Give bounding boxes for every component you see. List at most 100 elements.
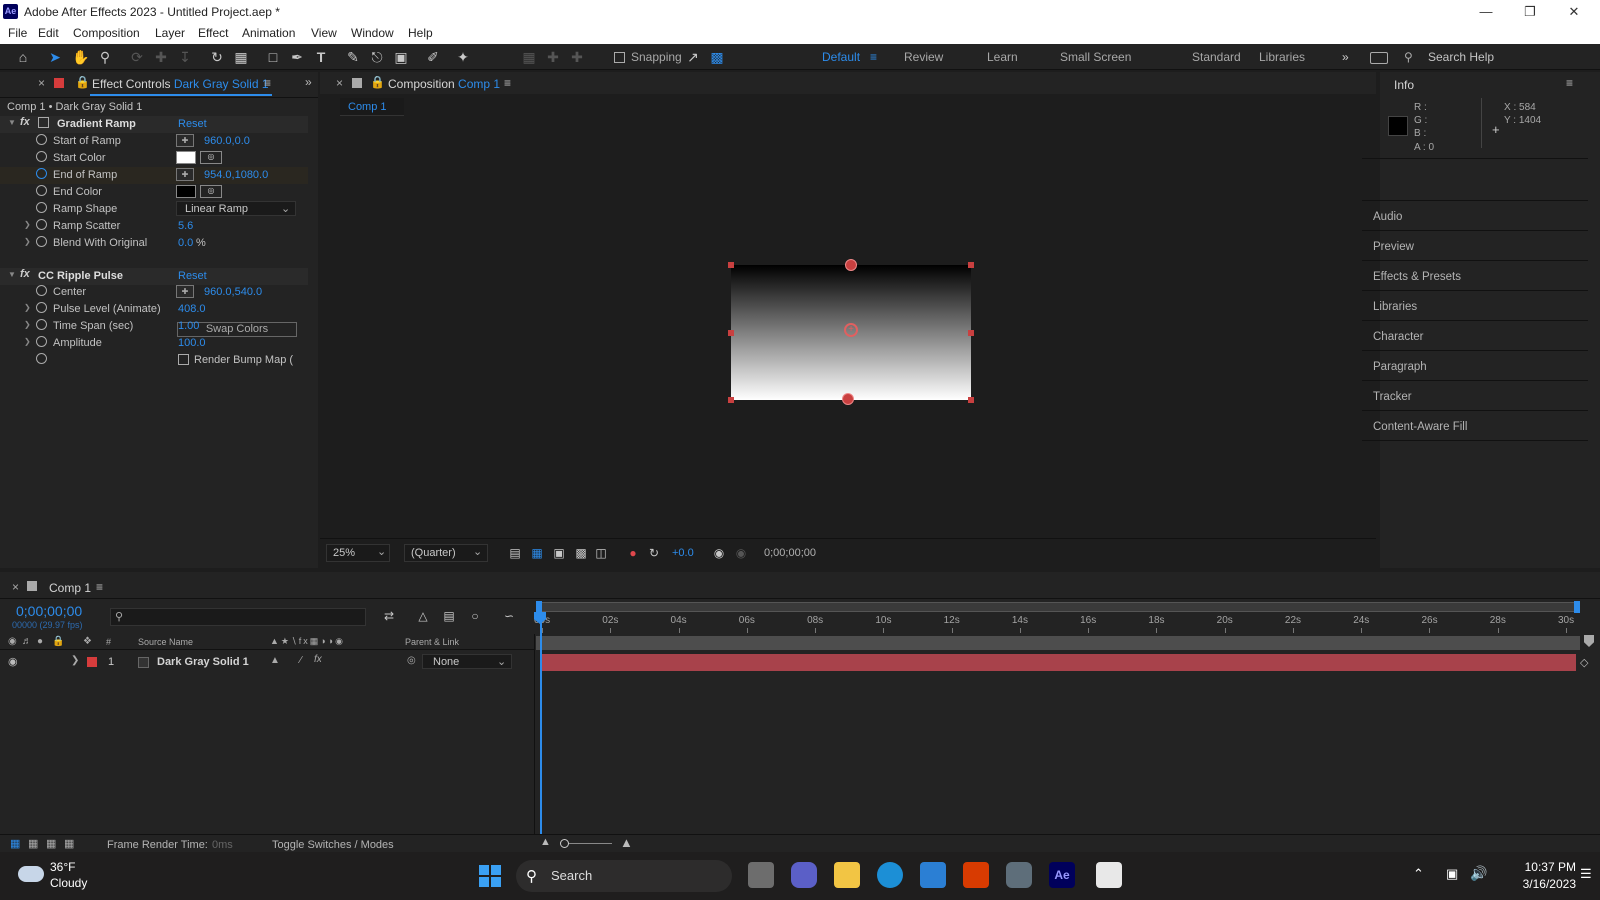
effect-header-cc-ripple-pulse[interactable]: ▼ fx CC Ripple Pulse Reset — [0, 268, 308, 285]
type-tool-icon[interactable]: T — [312, 48, 330, 66]
fx-icon[interactable]: fx — [20, 116, 30, 128]
clone-stamp-icon[interactable]: ⎋ — [368, 48, 386, 66]
effect-controls-tab[interactable]: Effect Controls Dark Gray Solid 1 — [92, 77, 269, 91]
ramp-shape-select[interactable]: Linear Ramp ⌄ — [176, 201, 296, 216]
expand-icon[interactable]: ❯ — [24, 320, 31, 329]
show-snapshot-icon[interactable]: ◉ — [732, 544, 750, 562]
comp-subtab[interactable]: Comp 1 — [340, 98, 404, 116]
stopwatch-icon[interactable] — [36, 134, 47, 145]
prop-value[interactable]: 5.6 — [178, 220, 193, 232]
expand-icon[interactable]: ❯ — [24, 303, 31, 312]
search-help-input[interactable]: Search Help — [1428, 50, 1494, 64]
paragraph-panel-tab[interactable]: Paragraph — [1373, 361, 1427, 373]
frame-blending-icon[interactable]: ○ — [466, 607, 484, 625]
stopwatch-icon[interactable] — [36, 185, 47, 196]
clock-date[interactable]: 3/16/2023 — [1500, 877, 1576, 891]
zoom-tool-icon[interactable]: ⚲ — [96, 48, 114, 66]
workspace-standard[interactable]: Standard — [1192, 50, 1241, 64]
transparency-grid-icon[interactable]: ▦ — [528, 544, 546, 562]
menu-effect[interactable]: Effect — [198, 26, 228, 40]
ramp-start-point[interactable] — [845, 259, 857, 271]
stopwatch-icon[interactable] — [36, 202, 47, 213]
stopwatch-icon[interactable] — [36, 219, 47, 230]
clock-time[interactable]: 10:37 PM — [1500, 860, 1576, 874]
home-icon[interactable]: ⌂ — [14, 48, 32, 66]
weather-temp[interactable]: 36°F — [50, 860, 75, 874]
show-hidden-icons-icon[interactable]: ⌃ — [1413, 866, 1424, 882]
layer-duration-bar[interactable] — [540, 654, 1576, 671]
brush-tool-icon[interactable]: ✎ — [344, 48, 362, 66]
timeline-timecode[interactable]: 0;00;00;00 — [16, 603, 82, 619]
weather-desc[interactable]: Cloudy — [50, 876, 87, 890]
layer-row[interactable]: ◉ ❯ 1 Dark Gray Solid 1 ▲ ∕ fx ◎ None ⌄ — [0, 654, 534, 671]
prop-value[interactable]: 0.0 — [178, 237, 193, 249]
zoom-in-icon[interactable]: ▲ — [620, 835, 633, 850]
pickwhip-icon[interactable]: ◎ — [407, 655, 416, 666]
expand-panels-icon[interactable]: » — [305, 75, 312, 89]
stopwatch-icon[interactable] — [36, 285, 47, 296]
teams-icon[interactable] — [791, 862, 817, 888]
minimize-button[interactable]: — — [1464, 2, 1508, 22]
stopwatch-icon[interactable] — [36, 151, 47, 162]
menu-window[interactable]: Window — [351, 26, 394, 40]
pan-behind-tool-icon[interactable]: ▦ — [232, 48, 250, 66]
effect-header-gradient-ramp[interactable]: ▼ fx Gradient Ramp Reset — [0, 116, 308, 133]
menu-animation[interactable]: Animation — [242, 26, 295, 40]
align-icon[interactable]: ▦ — [520, 48, 538, 66]
fast-previews-icon[interactable]: ▤ — [506, 544, 524, 562]
workspace-small-screen[interactable]: Small Screen — [1060, 50, 1131, 64]
menu-layer[interactable]: Layer — [155, 26, 185, 40]
prop-value[interactable]: 960.0,540.0 — [204, 286, 262, 298]
solo-icon[interactable]: ● — [37, 636, 43, 647]
transform-handle[interactable] — [968, 330, 974, 336]
stopwatch-icon[interactable] — [36, 319, 47, 330]
lock-icon[interactable]: 🔒 — [52, 636, 64, 647]
eyedropper-icon[interactable]: ◎ — [200, 151, 222, 164]
effect-switch-icon[interactable]: fx — [314, 654, 322, 665]
workspace-libraries[interactable]: Libraries — [1259, 50, 1305, 64]
close-tab-icon[interactable]: × — [12, 580, 19, 594]
puppet-pin-icon[interactable]: ✦ — [454, 48, 472, 66]
menu-file[interactable]: File — [8, 26, 27, 40]
workspace-learn[interactable]: Learn — [987, 50, 1018, 64]
label-icon[interactable]: ❖ — [83, 636, 92, 647]
panel-menu-icon[interactable]: ≡ — [264, 76, 271, 90]
zoom-slider-track[interactable] — [562, 843, 612, 844]
region-of-interest-icon[interactable]: ▩ — [572, 544, 590, 562]
resolution-select[interactable]: (Quarter) ⌄ — [404, 544, 488, 562]
audio-panel-tab[interactable]: Audio — [1373, 211, 1402, 223]
work-area-end-handle[interactable] — [1574, 601, 1580, 613]
dolly-camera-icon[interactable]: ↧ — [176, 48, 194, 66]
layer-label-color[interactable] — [87, 657, 97, 667]
stopwatch-icon[interactable] — [36, 236, 47, 247]
work-area-bar[interactable] — [536, 602, 1580, 612]
transform-handle[interactable] — [968, 397, 974, 403]
lock-icon[interactable]: 🔒 — [370, 75, 385, 89]
layer-switches-icon[interactable]: ▦ — [10, 837, 20, 850]
center-crosshair-icon[interactable]: + — [844, 323, 858, 337]
zoom-slider-thumb[interactable] — [560, 839, 569, 848]
transform-handle[interactable] — [728, 330, 734, 336]
sync-settings-icon[interactable] — [1370, 52, 1388, 64]
microsoft-store-icon[interactable] — [920, 862, 946, 888]
maximize-button[interactable]: ❐ — [1508, 2, 1552, 22]
transform-handle[interactable] — [728, 397, 734, 403]
pen-tool-icon[interactable]: ✒ — [288, 48, 306, 66]
snipping-tool-icon[interactable] — [1096, 862, 1122, 888]
stopwatch-icon[interactable] — [36, 302, 47, 313]
panel-menu-icon[interactable]: ≡ — [1566, 76, 1573, 90]
composition-tab[interactable]: Composition Comp 1 — [388, 77, 500, 91]
expand-icon[interactable]: ❯ — [24, 337, 31, 346]
panel-menu-icon[interactable]: ≡ — [504, 76, 511, 90]
prop-value[interactable]: 954.0,1080.0 — [204, 169, 268, 181]
col-source-name[interactable]: Source Name — [138, 637, 193, 647]
reset-button[interactable]: Reset — [178, 118, 207, 130]
workspace-review[interactable]: Review — [904, 50, 943, 64]
snapping-checkbox[interactable] — [614, 52, 625, 63]
network-icon[interactable]: ▣ — [1446, 866, 1458, 882]
more-workspaces-icon[interactable]: » — [1342, 50, 1349, 64]
fx-icon[interactable]: fx — [20, 268, 30, 280]
expand-icon[interactable]: ❯ — [24, 237, 31, 246]
task-view-icon[interactable] — [748, 862, 774, 888]
hand-tool-icon[interactable]: ✋ — [72, 48, 90, 66]
